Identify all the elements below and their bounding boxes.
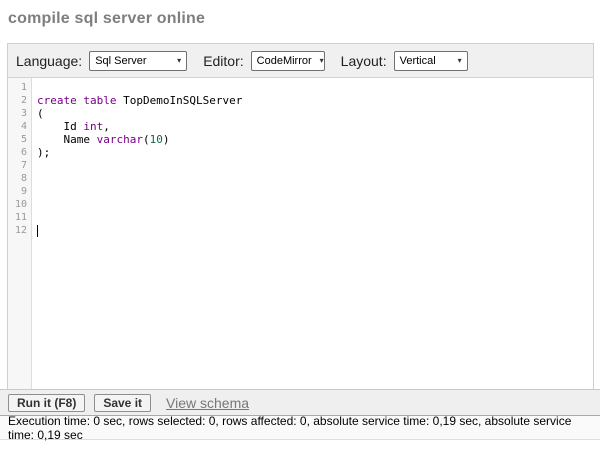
page-title: compile sql server online (8, 10, 206, 27)
line-number: 11 (14, 212, 27, 223)
layout-select-value: Vertical (399, 54, 436, 67)
line-number: 9 (20, 186, 27, 197)
line-number: 6 (20, 147, 27, 158)
code-line (37, 224, 593, 237)
language-select-value: Sql Server (95, 54, 147, 67)
layout-select[interactable]: Vertical ▾ (393, 50, 468, 71)
run-button[interactable]: Run it (F8) (8, 393, 86, 412)
text-cursor (37, 225, 38, 237)
view-schema-link[interactable]: View schema (166, 395, 249, 411)
line-number: 10 (14, 199, 27, 210)
line-number: 12 (14, 225, 27, 236)
layout-group: Layout: Vertical ▾ (340, 50, 468, 71)
code-area[interactable]: create table TopDemoInSQLServer( Id int,… (37, 81, 593, 237)
code-line: create table TopDemoInSQLServer (37, 94, 243, 107)
editor-select-value: CodeMirror (256, 54, 312, 67)
editor-group: Editor: CodeMirror ▾ (203, 50, 325, 71)
language-label: Language: (16, 52, 83, 69)
line-number: 3 (20, 108, 27, 119)
layout-label: Layout: (340, 52, 387, 69)
code-line: ); (37, 146, 51, 159)
code-line: Name varchar(10) (37, 133, 170, 146)
chevron-down-icon: ▾ (177, 56, 182, 65)
line-number: 8 (20, 173, 27, 184)
status-bar: Execution time: 0 sec, rows selected: 0,… (0, 413, 600, 442)
line-number: 4 (20, 121, 27, 132)
code-line: Id int, (37, 120, 110, 133)
line-number: 1 (20, 82, 27, 93)
code-line: ( (37, 107, 44, 120)
save-button[interactable]: Save it (94, 393, 152, 412)
line-number: 2 (20, 95, 27, 106)
language-group: Language: Sql Server ▾ (16, 50, 188, 71)
execution-status-text: Execution time: 0 sec, rows selected: 0,… (8, 413, 572, 442)
language-select[interactable]: Sql Server ▾ (89, 50, 188, 71)
editor-panel: Language: Sql Server ▾ Editor: CodeMirro… (7, 43, 594, 389)
editor-label: Editor: (203, 52, 244, 69)
line-number: 7 (20, 160, 27, 171)
line-number-gutter: 1 2 3 4 5 6 7 8 9 10 11 12 (8, 78, 32, 389)
action-bar: Run it (F8) Save it View schema (0, 389, 600, 415)
chevron-down-icon: ▾ (457, 56, 462, 65)
toolbar: Language: Sql Server ▾ Editor: CodeMirro… (8, 44, 593, 78)
line-number: 5 (20, 134, 27, 145)
chevron-down-icon: ▾ (319, 56, 324, 65)
editor-select[interactable]: CodeMirror ▾ (250, 50, 325, 71)
code-editor[interactable]: 1 2 3 4 5 6 7 8 9 10 11 12 create table TopDemoInSQ… (8, 78, 593, 389)
